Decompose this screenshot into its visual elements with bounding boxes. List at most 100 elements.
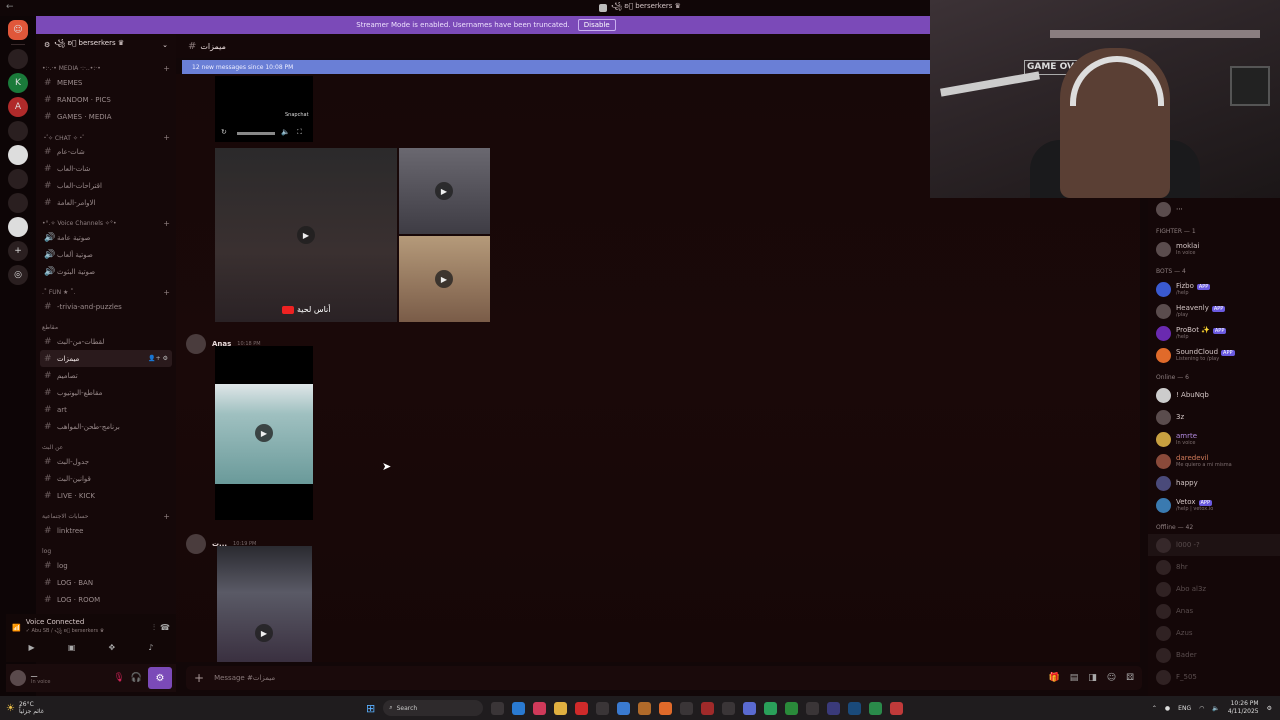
voice-channel-general[interactable]: 🔊 صوتية عامة — [36, 229, 176, 246]
member-item[interactable]: Fizbo APP/help — [1148, 278, 1280, 300]
app-icon-2[interactable] — [638, 701, 652, 715]
channel-linktree[interactable]: # linktree — [36, 522, 176, 539]
server-icon-3[interactable]: A — [8, 97, 28, 117]
server-icon-7[interactable] — [8, 217, 28, 237]
play-icon[interactable]: ▶ — [435, 182, 453, 200]
channel-random-pics[interactable]: # RANDOM · PICS — [36, 91, 176, 108]
channel-general-commands[interactable]: # الاوامر-العامة — [36, 194, 176, 211]
xbox-icon[interactable] — [785, 701, 799, 715]
channel-game-suggestions[interactable]: # اقتراحات-العاب — [36, 177, 176, 194]
volume-icon[interactable]: 🔈 — [281, 128, 290, 136]
member-item[interactable]: Heavenly APP/play — [1148, 300, 1280, 322]
avatar[interactable] — [186, 334, 206, 354]
channel-settings-icon[interactable]: 👤+ ⚙ — [148, 355, 168, 362]
category-about-stream[interactable]: عن البث — [36, 441, 176, 453]
channel-memes-active[interactable]: # ميمزات 👤+ ⚙ — [40, 350, 172, 367]
channel-live-kick[interactable]: # LIVE · KICK — [36, 487, 176, 504]
channel-trivia[interactable]: # -trivia-and-puzzles — [36, 298, 176, 315]
channel-log-room[interactable]: # LOG · ROOM — [36, 591, 176, 608]
category-chat[interactable]: ・゚✧ CHAT ✧・゚ + — [36, 131, 176, 143]
activities-icon[interactable]: ✥ — [108, 643, 115, 652]
video-attachment-5[interactable]: ▶ — [217, 546, 312, 662]
file-explorer-icon[interactable] — [554, 701, 568, 715]
discord-icon[interactable] — [743, 701, 757, 715]
add-channel-icon[interactable]: + — [163, 288, 170, 297]
screen-share-icon[interactable]: ▣ — [68, 643, 76, 652]
member-item[interactable]: 3z — [1148, 406, 1280, 428]
app-icon-3[interactable] — [680, 701, 694, 715]
server-header[interactable]: ⚙ ꧁ ʚ⃝ berserkers ♛ ⌄ — [36, 34, 176, 56]
channel-stream-rules[interactable]: # قوانين-البث — [36, 470, 176, 487]
disable-streamer-mode-button[interactable]: Disable — [577, 19, 616, 31]
explore-servers-icon[interactable]: ◎ — [8, 265, 28, 285]
tray-chevron-icon[interactable]: ⌃ — [1152, 705, 1157, 712]
message-input[interactable]: Message #ميمزات — [214, 674, 275, 682]
category-media[interactable]: •:·.·• MEDIA ·:·..•:·• + — [36, 62, 176, 74]
voice-channel-streams[interactable]: 🔊 صوتية البثوث — [36, 263, 176, 280]
noise-suppression-icon[interactable]: ⫶ — [153, 623, 155, 633]
volume-icon[interactable]: 🔈 — [1212, 705, 1219, 712]
server-icon-4[interactable] — [8, 121, 28, 141]
member-item[interactable]: l000 -? — [1148, 534, 1280, 556]
replay-icon[interactable]: ↻ — [221, 128, 227, 136]
channel-log[interactable]: # log — [36, 557, 176, 574]
member-item[interactable]: 8hr — [1148, 556, 1280, 578]
play-icon[interactable]: ▶ — [255, 424, 273, 442]
windows-start-icon[interactable]: ⊞ — [366, 702, 375, 715]
taskbar-search[interactable]: ⌕ Search — [383, 700, 484, 716]
add-server-icon[interactable]: + — [8, 241, 28, 261]
new-messages-bar[interactable]: 12 new messages since 10:08 PM — [182, 60, 936, 74]
taskbar-clock[interactable]: 10:26 PM 4/11/2025 — [1228, 700, 1259, 716]
apps-icon[interactable]: ⚄ — [1126, 673, 1134, 683]
app-icon-4[interactable] — [701, 701, 715, 715]
add-attachment-icon[interactable]: + — [194, 671, 204, 685]
chatgpt-icon[interactable] — [806, 701, 820, 715]
wifi-icon[interactable]: ◠ — [1199, 705, 1204, 712]
add-channel-icon[interactable]: + — [163, 64, 170, 73]
voice-channel-info[interactable]: ✓ Abu SB / ꧁ ʚ⃝ berserkers ♛ — [26, 626, 104, 637]
channel-designs[interactable]: # تصاميم — [36, 367, 176, 384]
snapchat-video[interactable]: Snapchat ↻ 🔈 ⛶ — [215, 76, 313, 142]
channel-memes[interactable]: # MEMES — [36, 74, 176, 91]
channel-stream-schedule[interactable]: # جدول-البث — [36, 453, 176, 470]
server-icon-2[interactable]: K — [8, 73, 28, 93]
camera-icon[interactable]: ▶ — [29, 643, 35, 652]
add-channel-icon[interactable]: + — [163, 512, 170, 521]
video-attachment-4[interactable]: ▶ — [215, 346, 313, 520]
language-indicator[interactable]: ENG — [1178, 705, 1191, 712]
channel-youtube-clips[interactable]: # مقاطع-اليوتيوب — [36, 384, 176, 401]
app-icon[interactable] — [533, 701, 547, 715]
channel-games-media[interactable]: # GAMES · MEDIA — [36, 108, 176, 125]
channel-art[interactable]: # art — [36, 401, 176, 418]
app-icon-5[interactable] — [827, 701, 841, 715]
video-attachment-2[interactable]: ▶ — [399, 148, 490, 234]
sticker-icon[interactable]: ◨ — [1088, 673, 1097, 683]
video-progress[interactable] — [237, 132, 275, 135]
member-item[interactable]: Abo al3z — [1148, 578, 1280, 600]
member-item[interactable]: ! AbuNqb — [1148, 384, 1280, 406]
channel-general-chat[interactable]: # شات-عام — [36, 143, 176, 160]
add-channel-icon[interactable]: + — [163, 219, 170, 228]
disconnect-icon[interactable]: ☎ — [160, 623, 170, 632]
play-icon[interactable]: ▶ — [435, 270, 453, 288]
channel-log-ban[interactable]: # LOG · BAN — [36, 574, 176, 591]
category-socials[interactable]: حسابات الاجتماعية + — [36, 510, 176, 522]
member-item[interactable]: F_505 — [1148, 666, 1280, 688]
back-arrow-icon[interactable]: ← — [6, 2, 14, 12]
member-item[interactable]: moklai In voice — [1148, 238, 1280, 260]
member-item[interactable]: amrte In voice — [1148, 428, 1280, 450]
avatar[interactable] — [10, 670, 26, 686]
steam-icon[interactable] — [848, 701, 862, 715]
discord-home-icon[interactable]: ☺ — [8, 20, 28, 40]
category-clips[interactable]: مقاطع — [36, 321, 176, 333]
member-item[interactable]: ProBot ✨ APP/help — [1148, 322, 1280, 344]
brave-icon[interactable] — [659, 701, 673, 715]
message-composer[interactable]: + Message #ميمزات 🎁 ▤ ◨ ☺ ⚄ — [186, 666, 1142, 690]
youtube-icon[interactable] — [575, 701, 589, 715]
server-icon-1[interactable] — [8, 49, 28, 69]
add-channel-icon[interactable]: + — [163, 133, 170, 142]
member-item[interactable]: Azus — [1148, 622, 1280, 644]
server-icon-5[interactable] — [8, 169, 28, 189]
weather-widget[interactable]: ☀ 26°C غائم جزئياً — [6, 701, 44, 715]
app-icon-7[interactable] — [890, 701, 904, 715]
